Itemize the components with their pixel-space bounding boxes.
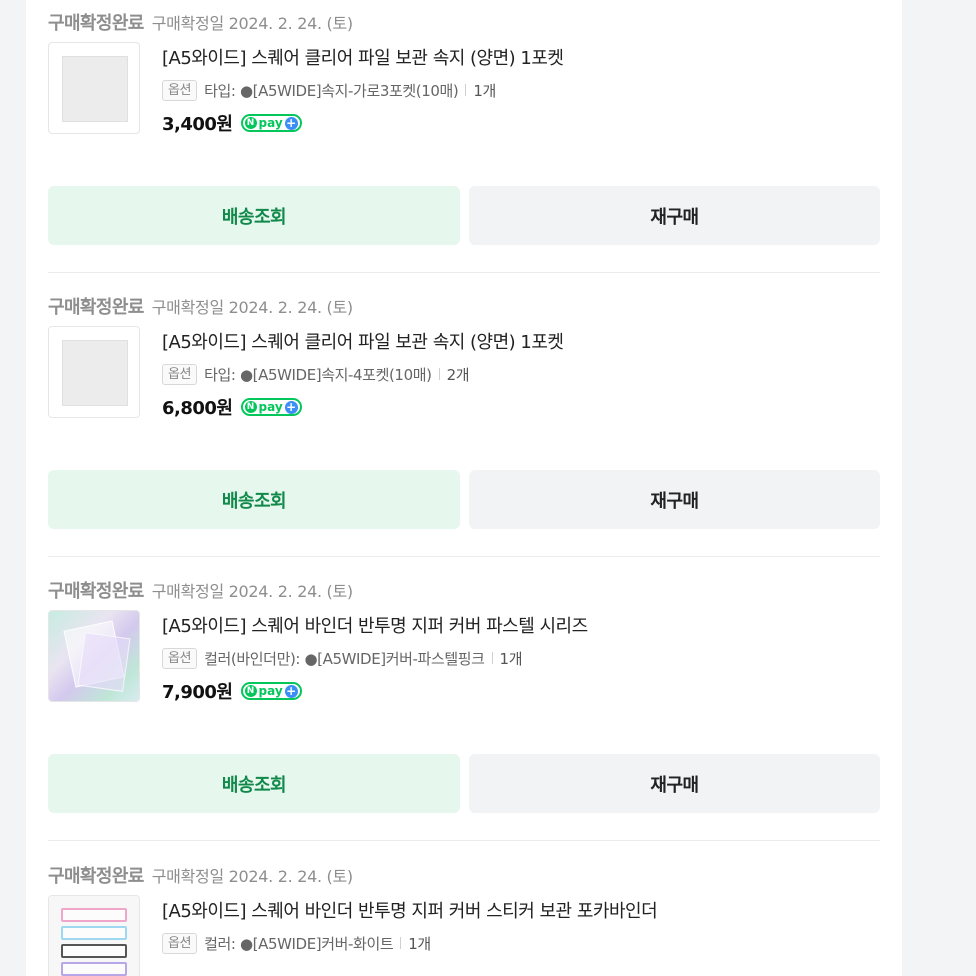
clear-pocket-image xyxy=(62,340,128,406)
order-status-line: 구매확정완료 구매확정일 2024. 2. 24. (토) xyxy=(48,293,353,319)
option-badge: 옵션 xyxy=(162,363,198,385)
option-divider xyxy=(465,84,467,96)
product-price: 3,400원 xyxy=(162,114,233,135)
order-status: 구매확정완료 xyxy=(48,13,144,34)
product-thumbnail[interactable] xyxy=(48,610,140,702)
npay-plus-icon: N pay + xyxy=(240,682,302,700)
product-option: 옵션 컬러: ●[A5WIDE]커버-화이트 1개 xyxy=(162,931,431,955)
option-badge: 옵션 xyxy=(162,647,198,669)
option-divider xyxy=(400,937,402,949)
product-thumbnail[interactable] xyxy=(48,895,140,976)
npay-label: pay xyxy=(258,116,283,130)
binder-shape xyxy=(61,962,127,976)
confirm-date: 구매확정일 2024. 2. 24. (토) xyxy=(151,14,353,33)
npay-label: pay xyxy=(258,400,283,414)
order-history-panel: 구매확정완료 구매확정일 2024. 2. 24. (토) [A5와이드] 스퀘… xyxy=(26,0,902,976)
option-quantity: 1개 xyxy=(473,81,496,100)
option-text: 컬러: ●[A5WIDE]커버-화이트 xyxy=(204,934,394,953)
price-line: 3,400원 N pay + xyxy=(162,110,302,136)
plus-icon: + xyxy=(284,115,298,130)
rebuy-button[interactable]: 재구매 xyxy=(469,186,880,245)
option-quantity: 1개 xyxy=(499,649,523,668)
product-title-link[interactable]: [A5와이드] 스퀘어 클리어 파일 보관 속지 (양면) 1포켓 xyxy=(162,44,564,70)
track-delivery-button[interactable]: 배송조회 xyxy=(48,754,460,813)
npay-plus-icon: N pay + xyxy=(240,114,302,132)
option-text: 컬러(바인더만): ●[A5WIDE]커버-파스텔핑크 xyxy=(204,649,485,668)
order-status-line: 구매확정완료 구매확정일 2024. 2. 24. (토) xyxy=(48,862,353,888)
option-divider xyxy=(491,652,493,664)
option-text: 타입: ●[A5WIDE]속지-가로3포켓(10매) xyxy=(204,81,459,100)
confirm-date: 구매확정일 2024. 2. 24. (토) xyxy=(151,298,353,317)
white-binder-image xyxy=(49,896,139,976)
confirm-date: 구매확정일 2024. 2. 24. (토) xyxy=(151,867,353,886)
option-badge: 옵션 xyxy=(162,932,198,954)
binder-shape xyxy=(61,908,127,922)
product-thumbnail[interactable] xyxy=(48,326,140,418)
binder-shape xyxy=(77,632,131,692)
order-status: 구매확정완료 xyxy=(48,297,144,318)
option-text: 타입: ●[A5WIDE]속지-4포켓(10매) xyxy=(204,365,432,384)
option-quantity: 2개 xyxy=(446,365,470,384)
npay-n-icon: N xyxy=(244,401,257,413)
product-thumbnail[interactable] xyxy=(48,42,140,134)
binder-shape xyxy=(61,926,127,940)
npay-plus-icon: N pay + xyxy=(240,398,302,416)
track-delivery-button[interactable]: 배송조회 xyxy=(48,186,460,245)
npay-n-icon: N xyxy=(244,117,257,129)
product-option: 옵션 타입: ●[A5WIDE]속지-가로3포켓(10매) 1개 xyxy=(162,78,496,102)
order-status-line: 구매확정완료 구매확정일 2024. 2. 24. (토) xyxy=(48,9,353,35)
product-price: 6,800원 xyxy=(162,398,233,419)
npay-n-icon: N xyxy=(244,685,257,697)
product-title-link[interactable]: [A5와이드] 스퀘어 바인더 반투명 지퍼 커버 파스텔 시리즈 xyxy=(162,612,588,638)
product-option: 옵션 타입: ●[A5WIDE]속지-4포켓(10매) 2개 xyxy=(162,362,470,386)
order-divider xyxy=(48,272,880,273)
confirm-date: 구매확정일 2024. 2. 24. (토) xyxy=(151,582,353,601)
option-divider xyxy=(438,368,440,380)
order-status: 구매확정완료 xyxy=(48,581,144,602)
binder-shape xyxy=(61,944,127,958)
order-divider xyxy=(48,556,880,557)
option-quantity: 1개 xyxy=(408,934,431,953)
product-title-link[interactable]: [A5와이드] 스퀘어 바인더 반투명 지퍼 커버 스티커 보관 포카바인더 xyxy=(162,897,658,923)
option-badge: 옵션 xyxy=(162,79,198,101)
product-price: 7,900원 xyxy=(162,682,233,703)
product-option: 옵션 컬러(바인더만): ●[A5WIDE]커버-파스텔핑크 1개 xyxy=(162,646,522,670)
rebuy-button[interactable]: 재구매 xyxy=(469,754,880,813)
rebuy-button[interactable]: 재구매 xyxy=(469,470,880,529)
plus-icon: + xyxy=(284,683,298,698)
pastel-binder-image xyxy=(49,611,139,701)
price-line: 7,900원 N pay + xyxy=(162,678,302,704)
order-divider xyxy=(48,840,880,841)
clear-pocket-image xyxy=(62,56,128,122)
price-line: 6,800원 N pay + xyxy=(162,394,302,420)
plus-icon: + xyxy=(284,399,298,414)
order-status: 구매확정완료 xyxy=(48,866,144,887)
npay-label: pay xyxy=(258,684,283,698)
order-status-line: 구매확정완료 구매확정일 2024. 2. 24. (토) xyxy=(48,577,353,603)
track-delivery-button[interactable]: 배송조회 xyxy=(48,470,460,529)
product-title-link[interactable]: [A5와이드] 스퀘어 클리어 파일 보관 속지 (양면) 1포켓 xyxy=(162,328,564,354)
